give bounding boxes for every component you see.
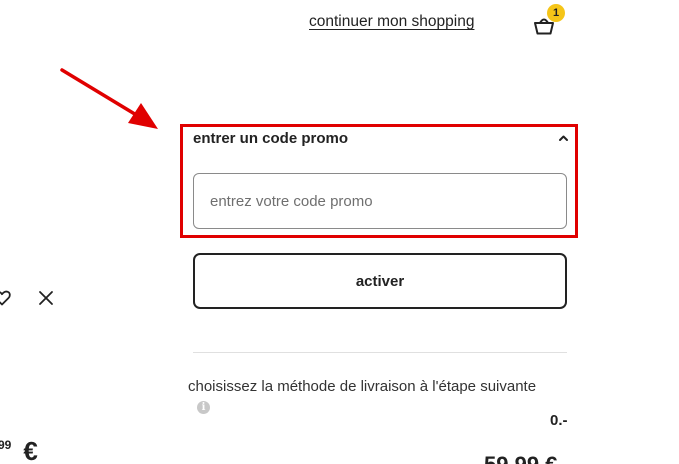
delivery-price: 0.- — [550, 412, 568, 429]
activate-button[interactable]: activer — [193, 253, 567, 309]
heart-icon[interactable] — [0, 289, 11, 307]
item-price-currency: € — [23, 436, 38, 464]
order-total: 59.99 € — [484, 452, 557, 464]
promo-section-title[interactable]: entrer un code promo — [193, 130, 348, 147]
cart-button[interactable]: 1 — [530, 4, 565, 38]
chevron-up-icon[interactable] — [558, 134, 569, 142]
info-icon[interactable]: i — [197, 401, 210, 414]
promo-code-input[interactable] — [193, 173, 567, 229]
item-price-cents: 99 — [0, 438, 12, 452]
delivery-method-text: choisissez la méthode de livraison à l'é… — [188, 378, 537, 395]
item-price: 99 € — [0, 436, 38, 464]
annotation-arrow — [60, 68, 158, 129]
continue-shopping-link[interactable]: continuer mon shopping — [309, 13, 474, 31]
close-icon[interactable] — [38, 290, 54, 306]
checkout-page: continuer mon shopping 1 entrer un code … — [0, 0, 679, 464]
section-divider — [193, 352, 567, 353]
cart-count-badge: 1 — [547, 4, 565, 22]
